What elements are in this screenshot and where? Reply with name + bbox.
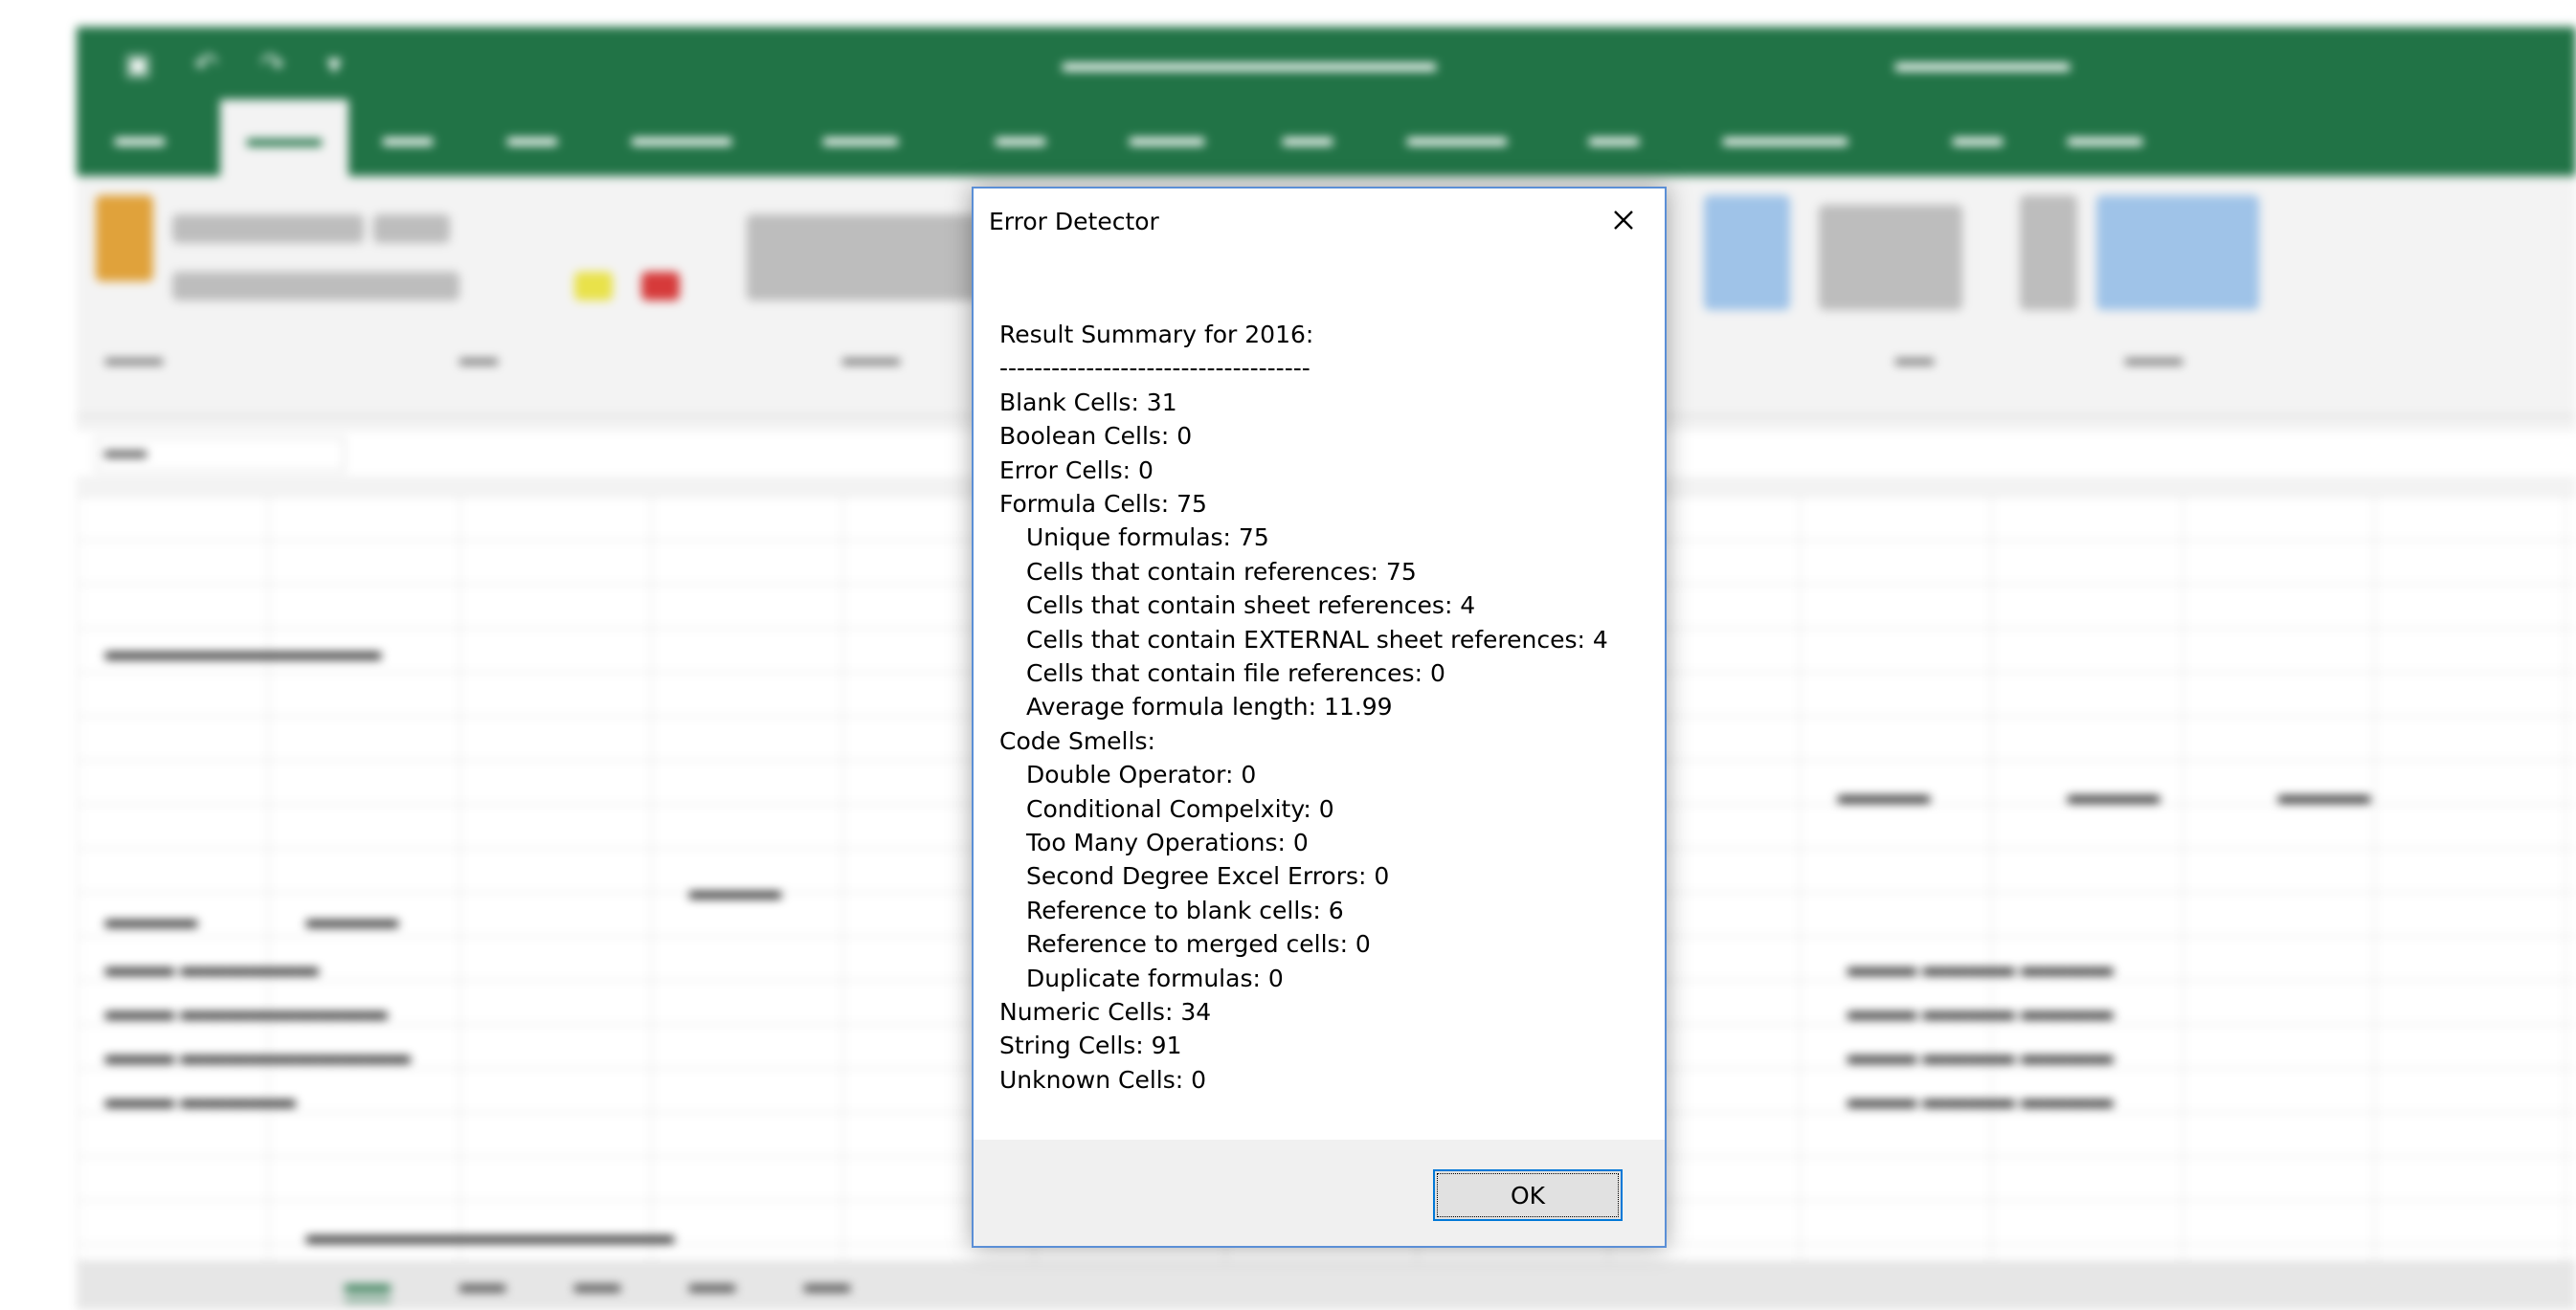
ribbon-tab: ▬▬▬▬▬ — [1723, 122, 1848, 151]
ribbon-tab: ▬▬ — [507, 122, 557, 151]
summary-line: Cells that contain EXTERNAL sheet refere… — [1026, 625, 1608, 654]
autosum-icon — [2020, 195, 2077, 310]
sheet-tab-active: ▬▬ — [345, 1272, 391, 1301]
ribbon-group-label: ▬▬▬ — [105, 348, 163, 369]
summary-line: Conditional Compelxity: 0 — [1026, 794, 1334, 823]
summary-line: Boolean Cells: 0 — [999, 422, 1193, 451]
summary-line: ------------------------------------ — [999, 354, 1310, 383]
header-cell: ▬▬▬▬ — [1838, 783, 1930, 809]
result-summary: Result Summary for 2016: ----------------… — [974, 275, 1665, 1232]
summary-line: Reference to merged cells: 0 — [1026, 930, 1371, 959]
excel-title-bar: ▣ ↶ ↷ ▾ ▬▬▬▬▬▬▬▬▬▬▬▬▬▬▬ ▬▬▬▬▬▬▬ — [77, 27, 2576, 100]
header-cell: ▬▬▬▬ — [689, 878, 781, 904]
excel-document-title: ▬▬▬▬▬▬▬▬▬▬▬▬▬▬▬ — [1063, 48, 1436, 77]
ribbon-tab: ▬▬ — [1589, 122, 1639, 151]
summary-line: Cells that contain sheet references: 4 — [1026, 591, 1476, 620]
data-cell: ▬▬▬ ▬▬▬▬ ▬▬▬▬ — [1848, 1087, 2114, 1113]
sheet-heading-cell: ▬▬▬▬▬▬▬▬▬▬▬▬ — [105, 639, 381, 665]
font-name-box — [172, 214, 364, 243]
ribbon-tab: ▬▬▬ — [1130, 122, 1204, 151]
ribbon-group-label: ▬▬ — [1895, 348, 1934, 369]
font-size-box — [373, 214, 450, 243]
summary-line: Error Cells: 0 — [999, 455, 1154, 484]
header-cell: ▬▬▬▬ — [2068, 783, 2160, 809]
data-cell: ▬▬▬ ▬▬▬▬ ▬▬▬▬ — [1848, 955, 2114, 981]
ok-button[interactable]: OK — [1433, 1169, 1623, 1221]
header-cell: ▬▬▬▬ — [105, 907, 197, 933]
data-cell: ▬▬▬ ▬▬▬▬▬ — [105, 1087, 296, 1113]
ribbon-tab: ▬▬▬ — [823, 122, 898, 151]
sheet-tab: ▬▬ — [804, 1272, 850, 1298]
summary-line: Double Operator: 0 — [1026, 761, 1257, 789]
sort-find-icon — [2096, 195, 2259, 310]
name-box: ▬▬ — [96, 437, 345, 472]
close-glyph — [1614, 211, 1633, 230]
summary-line: Duplicate formulas: 0 — [1026, 964, 1284, 992]
summary-line: Blank Cells: 31 — [999, 388, 1177, 416]
alignment-buttons — [747, 214, 986, 300]
font-format-buttons — [172, 272, 459, 300]
summary-line: Unknown Cells: 0 — [999, 1065, 1207, 1094]
excel-user-name: ▬▬▬▬▬▬▬ — [1895, 48, 2070, 77]
summary-line: Numeric Cells: 34 — [999, 998, 1212, 1026]
dialog-title: Error Detector — [989, 208, 1159, 235]
font-color-icon — [641, 272, 680, 300]
close-icon[interactable] — [1600, 196, 1647, 244]
ribbon-tab: ▬▬ — [1283, 122, 1333, 151]
summary-line: Second Degree Excel Errors: 0 — [1026, 862, 1390, 891]
sheet-tab: ▬▬ — [574, 1272, 620, 1298]
summary-line: Cells that contain file references: 0 — [1026, 659, 1445, 687]
quick-access-toolbar: ▣ ↶ ↷ ▾ — [124, 49, 359, 80]
paste-icon — [96, 195, 153, 281]
data-cell: ▬▬▬ ▬▬▬▬▬▬▬▬▬ — [105, 999, 388, 1025]
ribbon-tab: ▬▬▬▬ — [1407, 122, 1507, 151]
summary-line: Cells that contain references: 75 — [1026, 557, 1417, 586]
data-cell: ▬▬▬ ▬▬▬▬ ▬▬▬▬ — [1848, 999, 2114, 1025]
ribbon-tab: ▬▬ — [996, 122, 1045, 151]
ribbon-tab: ▬▬ — [115, 122, 165, 151]
summary-line: Average formula length: 11.99 — [1026, 693, 1393, 722]
data-cell: ▬▬▬ ▬▬▬▬▬▬ — [105, 955, 319, 981]
summary-line: Result Summary for 2016: — [999, 321, 1314, 348]
summary-line: Code Smells: — [999, 726, 1155, 755]
cell-styles-icon — [1704, 195, 1790, 310]
sheet-tab: ▬▬ — [459, 1272, 505, 1298]
summary-line: String Cells: 91 — [999, 1032, 1182, 1060]
ribbon-tab: ▬▬▬▬ — [632, 122, 731, 151]
note-cell: ▬▬▬▬▬▬▬▬▬▬▬▬▬▬▬▬ — [306, 1223, 674, 1249]
data-cell: ▬▬▬ ▬▬▬▬ ▬▬▬▬ — [1848, 1043, 2114, 1069]
data-cell: ▬▬▬ ▬▬▬▬▬▬▬▬▬▬ — [105, 1043, 411, 1069]
summary-line: Too Many Operations: 0 — [1026, 829, 1309, 856]
header-cell: ▬▬▬▬ — [306, 907, 398, 933]
ribbon-group-label: ▬▬▬ — [842, 348, 900, 369]
ribbon-tab: ▬▬ — [383, 122, 433, 151]
ribbon-group-label: ▬▬▬ — [2125, 348, 2183, 369]
summary-line: Reference to blank cells: 6 — [1026, 896, 1344, 924]
sheet-tab: ▬▬ — [689, 1272, 735, 1298]
sheet-tabs: ▬▬ ▬▬ ▬▬ ▬▬ ▬▬ — [77, 1261, 2576, 1310]
summary-line: Formula Cells: 75 — [999, 490, 1207, 518]
ribbon-tab: ▬▬▬ — [2068, 122, 2142, 151]
cells-group-buttons — [1819, 205, 1962, 310]
ribbon-tab-bar: ▬▬ ▬▬▬ ▬▬ ▬▬ ▬▬▬▬ ▬▬▬ ▬▬ ▬▬▬ ▬▬ ▬▬▬▬ ▬▬ … — [77, 100, 2576, 176]
error-detector-dialog: Error Detector Result Summary for 2016: -… — [972, 187, 1667, 1248]
ribbon-group-label: ▬▬ — [459, 348, 498, 369]
ribbon-tab-active: ▬▬▬ — [220, 100, 348, 176]
dialog-footer: OK — [974, 1140, 1665, 1246]
header-cell: ▬▬▬▬ — [2278, 783, 2370, 809]
ribbon-tab: ▬▬ — [1953, 122, 2003, 151]
highlight-icon — [574, 272, 613, 300]
summary-line: Unique formulas: 75 — [1026, 523, 1269, 552]
